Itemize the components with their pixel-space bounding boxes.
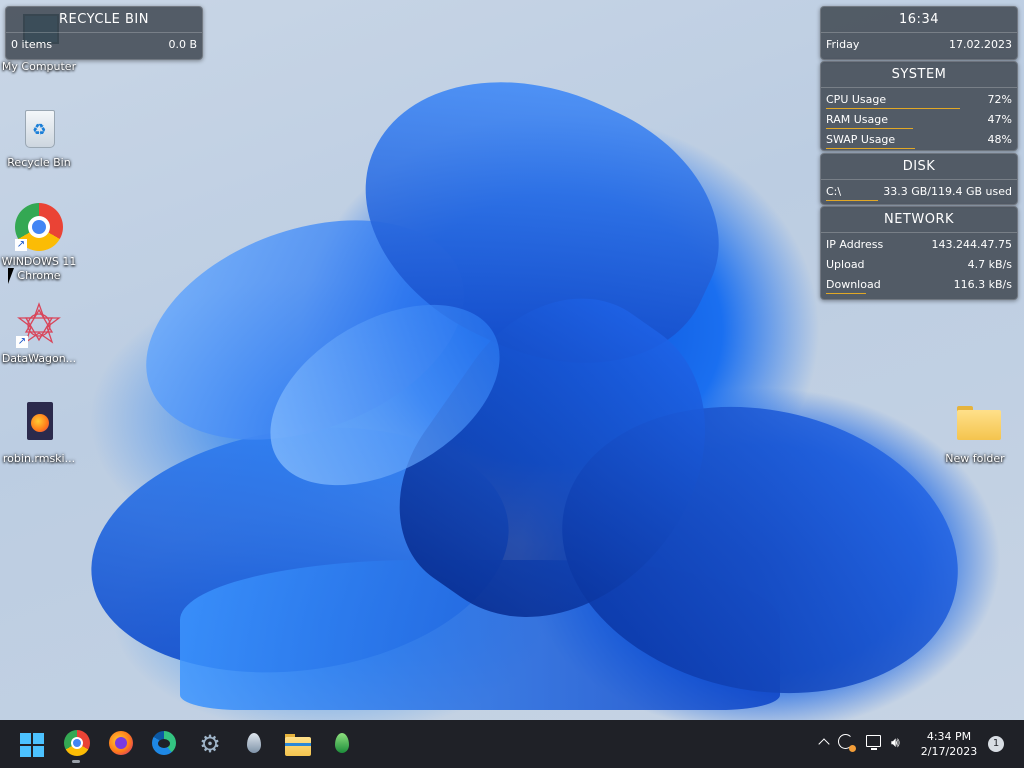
network-row-value: 116.3 kB/s	[953, 278, 1012, 291]
disk-usage-bar	[826, 200, 878, 201]
datawagon-icon: ↗	[16, 302, 62, 348]
desktop-icon-datawagon[interactable]: ↗ DataWagon...	[1, 302, 77, 366]
widget-title: SYSTEM	[821, 62, 1017, 88]
firefox-file-icon	[19, 402, 59, 442]
firefox-taskbar-icon[interactable]	[108, 730, 136, 758]
network-row-label: Download	[826, 278, 881, 291]
desktop-icon-label: DataWagon...	[1, 352, 77, 365]
desktop-icon-label: Recycle Bin	[7, 156, 71, 169]
desktop-icon-label: robin.rmski...	[2, 452, 76, 465]
mouse-cursor-icon	[8, 268, 20, 284]
taskbar-time: 4:34 PM	[926, 730, 972, 743]
wallpaper-petal	[358, 255, 762, 675]
system-row-swap: SWAP Usage 48%	[821, 130, 1017, 150]
recycle-bin-icon: ♻	[19, 108, 59, 148]
disk-usage: 33.3 GB/119.4 GB used	[883, 185, 1012, 198]
network-row-label: IP Address	[826, 238, 884, 251]
taskbar-date: 2/17/2023	[920, 745, 978, 758]
taskbar: ⚙ 🔊︎ 4:34 PM 2/17/2023 1	[0, 720, 1024, 768]
recycle-bin-widget[interactable]: RECYCLE BIN 0 items 0.0 B	[5, 6, 203, 60]
widget-title: RECYCLE BIN	[6, 7, 202, 33]
network-widget[interactable]: NETWORK IP Address 143.244.47.75 Upload …	[820, 206, 1018, 300]
chrome-taskbar-icon[interactable]	[64, 730, 92, 763]
start-button[interactable]	[20, 733, 44, 757]
desktop-icon-recycle-bin[interactable]: ♻ Recycle Bin	[1, 108, 77, 170]
green-drop-icon[interactable]	[328, 730, 356, 758]
system-row-cpu: CPU Usage 72%	[821, 90, 1017, 110]
settings-gear-icon[interactable]: ⚙	[196, 730, 224, 758]
file-explorer-icon[interactable]	[284, 730, 312, 758]
desktop-icon-robin[interactable]: robin.rmski...	[1, 402, 77, 466]
system-row-value: 72%	[987, 93, 1012, 106]
edge-taskbar-icon[interactable]	[151, 730, 179, 758]
wallpaper-petal	[321, 26, 759, 414]
volume-icon[interactable]: 🔊︎	[891, 734, 909, 752]
network-row-value: 4.7 kB/s	[967, 258, 1012, 271]
notification-badge[interactable]: 1	[988, 736, 1004, 752]
wallpaper-petal	[180, 560, 780, 710]
clock-time: 16:34	[821, 7, 1017, 33]
taskbar-clock[interactable]: 4:34 PM 2/17/2023	[918, 729, 980, 761]
folder-icon	[955, 402, 1001, 442]
ram-usage-bar	[826, 128, 913, 129]
swap-usage-bar	[826, 148, 915, 149]
desktop-icon-label-line1: WINDOWS 11	[1, 255, 77, 268]
disk-row: C:\ 33.3 GB/119.4 GB used	[821, 182, 1017, 202]
network-row-value: 143.244.47.75	[931, 238, 1012, 251]
system-row-label: SWAP Usage	[826, 133, 896, 146]
network-row-label: Upload	[826, 258, 865, 271]
wallpaper-petal	[535, 371, 985, 729]
disk-drive: C:\	[826, 185, 842, 198]
clock-widget[interactable]: 16:34 Friday 17.02.2023	[820, 6, 1018, 60]
sync-icon[interactable]	[838, 734, 856, 752]
recycle-item-count: 0 items	[11, 38, 53, 51]
network-icon[interactable]	[866, 735, 884, 751]
tray-chevron-up-icon[interactable]	[816, 735, 832, 751]
system-row-label: CPU Usage	[826, 93, 887, 106]
desktop-icon-label: New folder	[945, 452, 1005, 465]
widget-title: DISK	[821, 154, 1017, 180]
network-row-ip: IP Address 143.244.47.75	[821, 235, 1017, 255]
chrome-icon: ↗	[15, 203, 63, 251]
wallpaper-petal	[115, 179, 495, 481]
droplet-icon[interactable]	[240, 730, 268, 758]
network-row-upload: Upload 4.7 kB/s	[821, 255, 1017, 275]
clock-date: 17.02.2023	[949, 38, 1012, 51]
recycle-size: 0.0 B	[168, 38, 197, 51]
desktop-icon-label: My Computer	[1, 60, 77, 73]
disk-widget[interactable]: DISK C:\ 33.3 GB/119.4 GB used	[820, 153, 1018, 205]
clock-day: Friday	[826, 38, 860, 51]
system-row-value: 47%	[987, 113, 1012, 126]
network-row-download: Download 116.3 kB/s	[821, 275, 1017, 295]
system-row-label: RAM Usage	[826, 113, 888, 126]
widget-title: NETWORK	[821, 207, 1017, 233]
wallpaper-petal	[239, 267, 531, 523]
system-row-ram: RAM Usage 47%	[821, 110, 1017, 130]
wallpaper-petal	[75, 401, 525, 699]
cpu-usage-bar	[826, 108, 960, 109]
system-row-value: 48%	[987, 133, 1012, 146]
download-bar	[826, 293, 866, 294]
system-widget[interactable]: SYSTEM CPU Usage 72% RAM Usage 47% SWAP …	[820, 61, 1018, 151]
desktop-icon-new-folder[interactable]: New folder	[937, 402, 1013, 466]
